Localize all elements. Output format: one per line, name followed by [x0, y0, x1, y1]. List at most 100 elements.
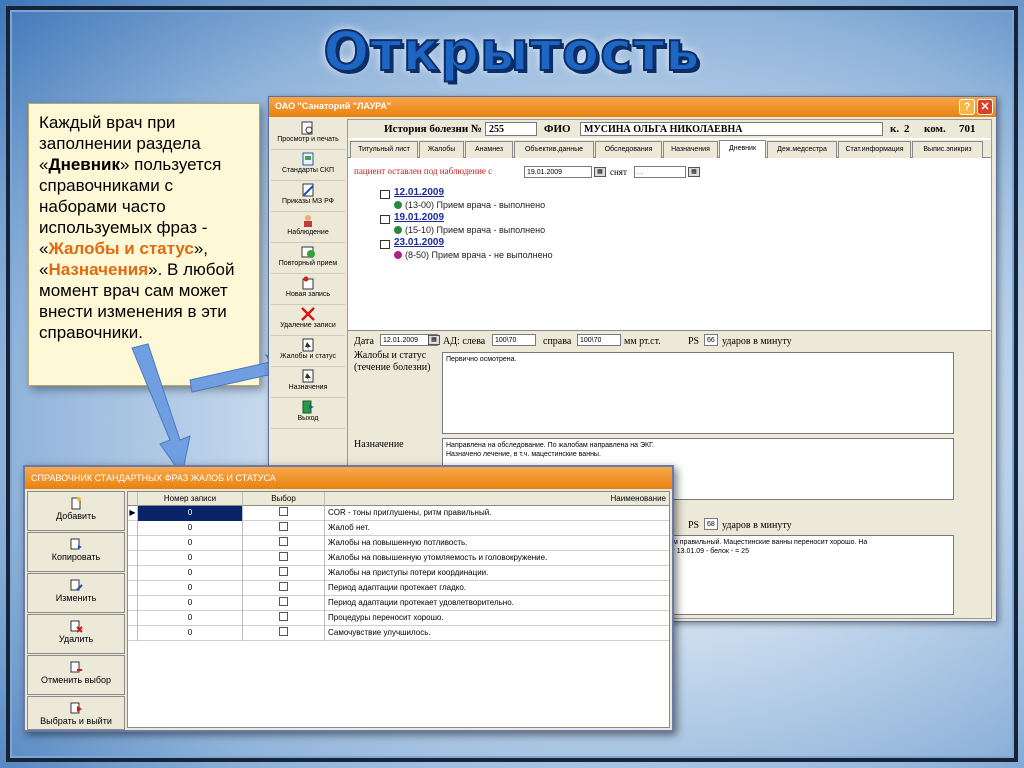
- bp-left-field[interactable]: 100\70: [492, 334, 536, 346]
- removed-date-field[interactable]: . .: [634, 166, 686, 178]
- observation-date-field[interactable]: 19.01.2009: [524, 166, 592, 178]
- select-checkbox[interactable]: [279, 582, 288, 591]
- removed-label: снят: [610, 167, 627, 177]
- table-row[interactable]: 0 Процедуры переносит хорошо.: [128, 611, 669, 626]
- select-checkbox[interactable]: [279, 612, 288, 621]
- row-selector[interactable]: [128, 536, 138, 551]
- copy-icon: [70, 538, 82, 550]
- select-exit-button[interactable]: Выбрать и выйти: [27, 696, 125, 730]
- select-cell: [243, 611, 325, 626]
- row-selector[interactable]: [128, 551, 138, 566]
- tab-nurse[interactable]: Деж.медсестра: [767, 141, 837, 158]
- close-button[interactable]: ✕: [977, 99, 993, 115]
- done-status-icon: [394, 201, 402, 209]
- sidebar-item-prescriptions[interactable]: Назначения: [271, 367, 345, 398]
- sidebar-item-complaints[interactable]: Жалобы и статус: [271, 336, 345, 367]
- tab-epicrisis[interactable]: Выпис.эпикриз: [912, 141, 983, 158]
- row-selector[interactable]: [128, 566, 138, 581]
- sidebar-item-repeat[interactable]: Повторный прием: [271, 243, 345, 274]
- table-row[interactable]: ▶ 0 COR - тоны приглушены, ритм правильный…: [128, 506, 669, 521]
- sidebar-item-new-record[interactable]: Новая запись: [271, 274, 345, 305]
- table-row[interactable]: 0 Жалобы на повышенную потливость.: [128, 536, 669, 551]
- standards-icon: [302, 152, 314, 166]
- edit-button[interactable]: Изменить: [27, 573, 125, 613]
- tab-objective[interactable]: Объектив.данные: [514, 141, 594, 158]
- button-label: Копировать: [51, 552, 101, 562]
- diary-entry[interactable]: (8-50) Прием врача - не выполнено: [394, 250, 553, 260]
- pulse-field[interactable]: 66: [704, 334, 718, 346]
- calendar-button[interactable]: ▦: [594, 167, 606, 177]
- row-selector[interactable]: [128, 596, 138, 611]
- select-checkbox[interactable]: [279, 507, 288, 516]
- tab-complaints[interactable]: Жалобы: [419, 141, 464, 158]
- sidebar-label: Наблюдение: [287, 229, 329, 236]
- tab-examinations[interactable]: Обследования: [595, 141, 662, 158]
- select-checkbox[interactable]: [279, 537, 288, 546]
- pulse-field-2[interactable]: 68: [704, 518, 718, 530]
- tab-stats[interactable]: Стат.информация: [838, 141, 911, 158]
- fio-field[interactable]: МУСИНА ОЛЬГА НИКОЛАЕВНА: [580, 122, 883, 136]
- diary-date[interactable]: 23.01.2009: [394, 237, 444, 248]
- select-checkbox[interactable]: [279, 627, 288, 636]
- row-pointer-icon: ▶: [129, 508, 136, 517]
- add-icon: [71, 497, 81, 510]
- tab-diary[interactable]: Дневник: [719, 140, 766, 158]
- table-row[interactable]: 0 Период адаптации протекает гладко.: [128, 581, 669, 596]
- help-button[interactable]: ?: [959, 99, 975, 115]
- complaints-label: Жалобы и статус (течение болезни): [354, 350, 431, 373]
- select-cell: [243, 596, 325, 611]
- table-row[interactable]: 0 Жалобы на повышенную утомляемость и гол…: [128, 551, 669, 566]
- sidebar-item-exit[interactable]: Выход: [271, 398, 345, 429]
- record-number: 0: [138, 581, 243, 596]
- row-selector[interactable]: [128, 521, 138, 536]
- select-checkbox[interactable]: [279, 567, 288, 576]
- delete-button[interactable]: Удалить: [27, 614, 125, 654]
- notes-line: ритм правильный. Мацестинские ванны пере…: [662, 539, 868, 546]
- diary-entry[interactable]: (15-10) Прием врача - выполнено: [394, 225, 545, 235]
- table-row[interactable]: 0 Жалобы на приступы потери координации.: [128, 566, 669, 581]
- select-checkbox[interactable]: [279, 522, 288, 531]
- record-number: 0: [138, 506, 243, 521]
- complaints-textarea[interactable]: Первично осмотрена.: [442, 352, 954, 434]
- dialog-toolbar: Добавить Копировать Изменить Удалить Отм…: [27, 491, 125, 730]
- column-header[interactable]: Выбор: [243, 492, 325, 507]
- diary-entry[interactable]: (13-00) Прием врача - выполнено: [394, 200, 545, 210]
- tab-prescriptions[interactable]: Назначения: [663, 141, 718, 158]
- calendar-button[interactable]: ▦: [428, 335, 440, 345]
- copy-button[interactable]: Копировать: [27, 532, 125, 572]
- history-number-field[interactable]: 255: [485, 122, 537, 136]
- sidebar-item-print[interactable]: Просмотр и печать: [271, 119, 345, 150]
- column-header[interactable]: Номер записи: [138, 492, 243, 507]
- prescriptions-line: Назначено лечение, в т.ч. мацестинские в…: [446, 451, 601, 458]
- sidebar-item-standards[interactable]: Стандарты СКП: [271, 150, 345, 181]
- table-row[interactable]: 0 Самочувствие улучшилось.: [128, 626, 669, 641]
- tab-title-page[interactable]: Титульный лист: [350, 141, 418, 158]
- window-titlebar: ОАО "Санаторий "ЛАУРА" ? ✕: [269, 97, 996, 117]
- sidebar-item-orders[interactable]: Приказы МЗ РФ: [271, 181, 345, 212]
- row-selector[interactable]: [128, 581, 138, 596]
- select-checkbox[interactable]: [279, 552, 288, 561]
- sidebar-item-observation[interactable]: Наблюдение: [271, 212, 345, 243]
- new-record-icon: [302, 276, 314, 290]
- table-row[interactable]: 0 Период адаптации протекает удовлетворит…: [128, 596, 669, 611]
- notes-textarea[interactable]: ритм правильный. Мацестинские ванны пере…: [658, 535, 954, 615]
- deselect-icon: [70, 661, 82, 673]
- select-checkbox[interactable]: [279, 597, 288, 606]
- pulse-unit-2: ударов в минуту: [722, 520, 792, 531]
- deselect-button[interactable]: Отменить выбор: [27, 655, 125, 695]
- bp-right-field[interactable]: 100\70: [577, 334, 621, 346]
- sidebar-item-delete[interactable]: Удаление записи: [271, 305, 345, 336]
- tab-anamnesis[interactable]: Анамнез: [465, 141, 513, 158]
- diary-date[interactable]: 19.01.2009: [394, 212, 444, 223]
- select-cell: [243, 566, 325, 581]
- row-selector[interactable]: ▶: [128, 506, 138, 521]
- diary-date[interactable]: 12.01.2009: [394, 187, 444, 198]
- table-row[interactable]: 0 Жалоб нет.: [128, 521, 669, 536]
- row-selector[interactable]: [128, 626, 138, 641]
- add-button[interactable]: Добавить: [27, 491, 125, 531]
- row-selector[interactable]: [128, 611, 138, 626]
- k-value: 2: [904, 123, 910, 135]
- calendar-button[interactable]: ▦: [688, 167, 700, 177]
- sidebar-label: Стандарты СКП: [281, 167, 334, 174]
- column-header[interactable]: Наименование: [325, 492, 669, 507]
